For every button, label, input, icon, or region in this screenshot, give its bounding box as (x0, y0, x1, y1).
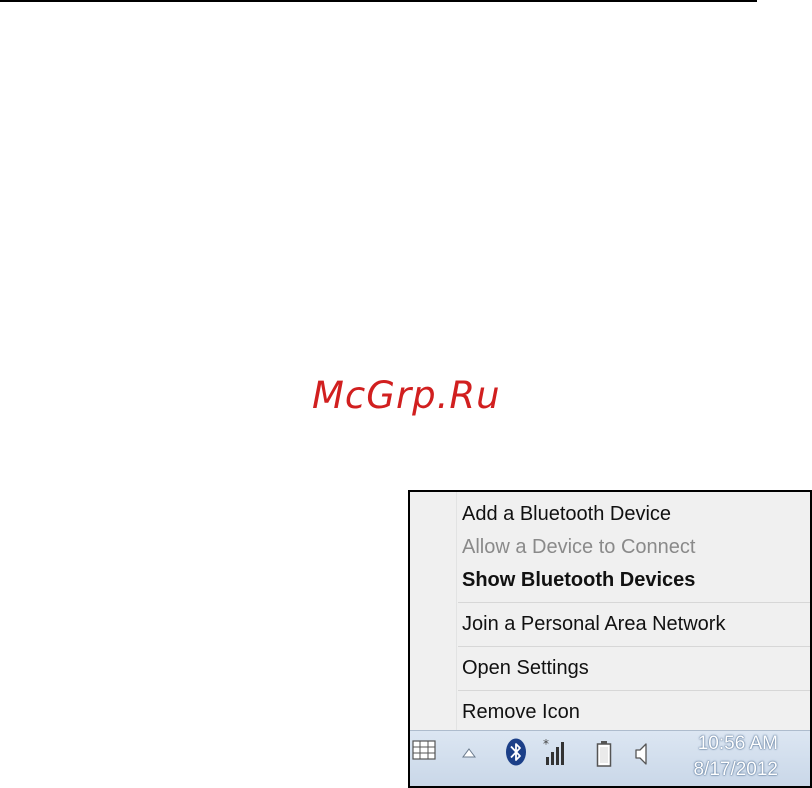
menu-item-show-bluetooth-devices[interactable]: Show Bluetooth Devices (462, 566, 695, 594)
menu-item-allow-device-to-connect: Allow a Device to Connect (462, 536, 696, 558)
bluetooth-icon[interactable] (504, 737, 528, 772)
network-signal-icon[interactable]: * (542, 737, 568, 772)
show-hidden-icons-icon[interactable] (461, 746, 477, 764)
menu-separator (458, 602, 810, 603)
menu-separator (458, 690, 810, 691)
menu-item-join-personal-area-network[interactable]: Join a Personal Area Network (462, 610, 725, 638)
screenshot-frame: Add a Bluetooth Device Allow a Device to… (408, 490, 812, 788)
top-rule (0, 0, 757, 2)
menu-icon-gutter (410, 492, 456, 730)
taskbar: * 10:56 AM 8/17/2012 (410, 730, 810, 786)
battery-icon[interactable] (596, 740, 612, 773)
clock-time[interactable]: 10:56 AM (698, 733, 778, 755)
watermark-text: McGrp.Ru (312, 374, 501, 417)
svg-text:*: * (543, 737, 549, 751)
menu-item-add-bluetooth-device[interactable]: Add a Bluetooth Device (462, 500, 671, 528)
keyboard-icon[interactable] (412, 740, 436, 765)
menu-item-remove-icon[interactable]: Remove Icon (462, 698, 580, 726)
menu-item-open-settings[interactable]: Open Settings (462, 654, 589, 682)
menu-separator (458, 646, 810, 647)
volume-icon[interactable] (634, 741, 650, 772)
clock-date[interactable]: 8/17/2012 (693, 759, 778, 781)
menu-gutter-separator (456, 492, 457, 730)
